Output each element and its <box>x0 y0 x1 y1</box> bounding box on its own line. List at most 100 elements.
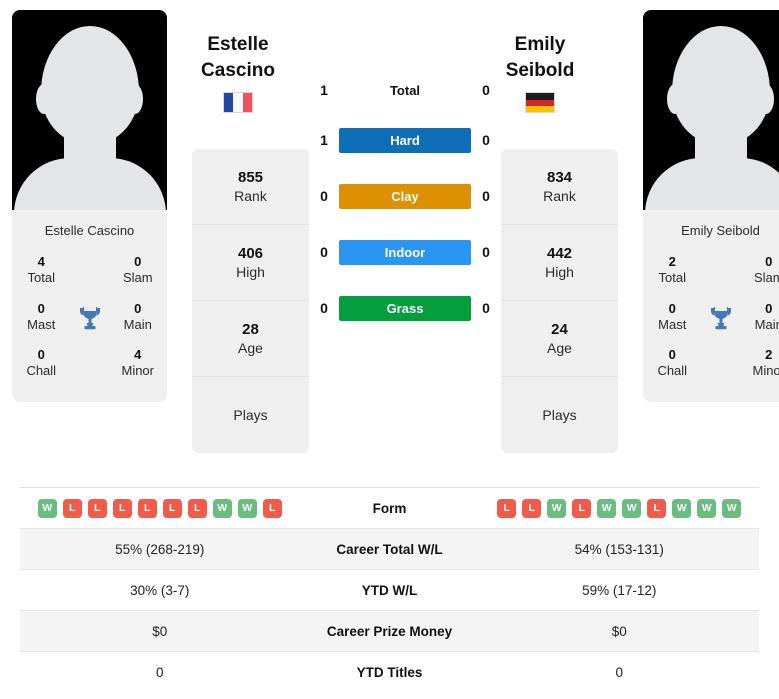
label: Rank <box>234 188 267 205</box>
value: 0 <box>668 347 676 362</box>
left-form-badge: L <box>262 498 282 518</box>
h2h-row-indoor: 0 Indoor 0 <box>309 224 501 280</box>
h2h-surface-grass[interactable]: Grass <box>339 295 471 321</box>
table-row-career-prize-money: $0 Career Prize Money $0 <box>20 611 759 652</box>
right-form-badge: L <box>647 498 667 518</box>
right-form-badge: W <box>697 498 717 518</box>
value: 4 <box>134 347 142 362</box>
h2h-grass-right-score: 0 <box>482 300 490 316</box>
h2h-surface-hard[interactable]: Hard <box>339 127 471 153</box>
left-player-meta-column: 855 Rank 406 High 28 Age Plays <box>192 149 309 453</box>
left-meta-rank: 855 Rank <box>192 149 309 225</box>
value: 24 <box>551 320 568 338</box>
label: Rank <box>543 188 576 205</box>
right-meta-high: 442 High <box>501 225 618 301</box>
value: 28 <box>242 320 259 338</box>
left-form-badges: WLLLLLLWWL <box>20 498 300 518</box>
value: 0 <box>765 300 773 316</box>
right-meta-age: 24 Age <box>501 301 618 377</box>
h2h-row-grass: 0 Grass 0 <box>309 280 501 336</box>
label: Slam <box>122 270 153 286</box>
value: 855 <box>237 168 264 186</box>
label: Main <box>754 316 779 332</box>
label: Minor <box>121 363 154 379</box>
right-titles-slam: 0 Slam <box>744 248 779 295</box>
left-player-card-name: Estelle Cascino <box>44 223 135 238</box>
right-ytd-wl: 59% (17-12) <box>582 582 657 598</box>
table-row-ytd-wl: 30% (3-7) YTD W/L 59% (17-12) <box>20 570 759 611</box>
value: 4 <box>37 254 45 269</box>
left-form-badge: L <box>187 498 207 518</box>
left-player-titles-grid: 4 Total 0 Slam 0 Mast 0 Main 0 Chall 4 M… <box>12 248 167 402</box>
value: 2 <box>668 254 676 269</box>
value: 0 <box>134 300 142 316</box>
silhouette-ear-right <box>758 84 774 114</box>
right-player-card[interactable]: Emily Seibold 2 Total 0 Slam 0 Mast 0 Ma… <box>643 10 779 402</box>
right-titles-mast: 0 Mast <box>647 295 698 342</box>
label: High <box>545 264 574 281</box>
right-titles-minor: 2 Minor <box>744 341 779 388</box>
h2h-indoor-left-score: 0 <box>320 244 328 260</box>
right-career-total-wl: 54% (153-131) <box>574 541 664 557</box>
left-career-prize-money: $0 <box>152 623 168 639</box>
h2h-hard-left-score: 1 <box>320 132 328 148</box>
label: Total <box>27 270 55 286</box>
value: 442 <box>546 244 573 262</box>
right-form-badge: L <box>497 498 517 518</box>
label: Total <box>658 270 686 286</box>
right-form-badge: W <box>547 498 567 518</box>
h2h-grass-left-score: 0 <box>320 300 328 316</box>
value: 0 <box>37 300 45 316</box>
left-player-first-name: Estelle <box>207 34 269 55</box>
left-player-heading: Estelle Cascino <box>168 32 308 114</box>
right-titles-chall: 0 Chall <box>647 341 698 388</box>
right-titles-main: 0 Main <box>744 295 779 342</box>
left-ytd-titles: 0 <box>155 665 164 680</box>
table-row-ytd-titles: 0 YTD Titles 0 <box>20 652 759 693</box>
right-form-badge: L <box>572 498 592 518</box>
right-meta-rank: 834 Rank <box>501 149 618 225</box>
right-form-badge: L <box>522 498 542 518</box>
label: Plays <box>542 406 577 423</box>
left-titles-minor: 4 Minor <box>113 341 164 388</box>
left-form-badge: W <box>237 498 257 518</box>
row-label-form: Form <box>372 500 407 516</box>
silhouette-ear-left <box>667 84 683 114</box>
right-form-badge: W <box>622 498 642 518</box>
h2h-row-clay: 0 Clay 0 <box>309 168 501 224</box>
table-row-career-total-wl: 55% (268-219) Career Total W/L 54% (153-… <box>20 529 759 570</box>
trophy-icon <box>698 305 744 331</box>
right-player-card-name: Emily Seibold <box>681 223 760 238</box>
right-player-last-name: Seibold <box>505 59 575 81</box>
left-player-last-name: Cascino <box>201 59 275 81</box>
silhouette-body <box>644 158 779 210</box>
comparison-header: Estelle Cascino 4 Total 0 Slam 0 Mast 0 … <box>0 0 779 453</box>
left-player-photo <box>12 10 167 210</box>
value: 834 <box>546 168 573 186</box>
left-titles-total: 4 Total <box>16 248 67 295</box>
row-label-career-prize-money: Career Prize Money <box>326 623 453 639</box>
label: High <box>236 264 265 281</box>
right-player-first-name: Emily <box>514 34 566 55</box>
comparison-table: WLLLLLLWWL Form LLWLWWLWWW 55% (268-219)… <box>20 487 759 693</box>
value: 0 <box>37 347 45 362</box>
value: 0 <box>134 254 142 269</box>
right-form-badge: W <box>722 498 742 518</box>
right-ytd-titles: 0 <box>615 665 623 680</box>
h2h-surface-clay[interactable]: Clay <box>339 183 471 209</box>
h2h-clay-right-score: 0 <box>482 188 490 204</box>
right-player-heading: Emily Seibold <box>470 32 610 114</box>
right-career-prize-money: $0 <box>611 623 627 639</box>
row-label-career-total-wl: Career Total W/L <box>336 541 443 557</box>
label: Mast <box>27 316 56 332</box>
left-player-card[interactable]: Estelle Cascino 4 Total 0 Slam 0 Mast 0 … <box>12 10 167 402</box>
right-player-photo <box>643 10 779 210</box>
row-label-ytd-titles: YTD Titles <box>356 665 423 680</box>
left-form-badge: W <box>212 498 232 518</box>
h2h-surface-indoor[interactable]: Indoor <box>339 239 471 265</box>
h2h-clay-left-score: 0 <box>320 188 328 204</box>
label: Mast <box>658 316 687 332</box>
left-form-badge: L <box>137 498 157 518</box>
label: Age <box>238 340 263 357</box>
right-form-badge: W <box>672 498 692 518</box>
